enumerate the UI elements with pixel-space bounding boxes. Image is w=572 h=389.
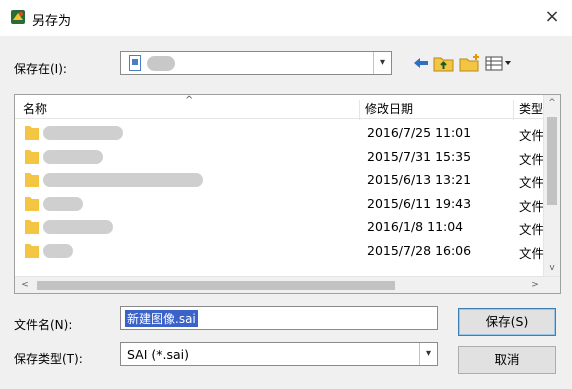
file-type: 文件 — [519, 198, 545, 214]
folder-icon — [25, 219, 39, 235]
scroll-left-icon[interactable]: < — [17, 277, 33, 293]
save-button[interactable]: 保存(S) — [458, 308, 556, 336]
chevron-down-icon[interactable]: ▾ — [373, 52, 391, 74]
document-icon — [129, 55, 141, 71]
list-item[interactable]: 2015/6/11 19:43 文件 — [15, 192, 545, 216]
column-separator[interactable] — [359, 100, 360, 120]
filename-input[interactable]: 新建图像.sai — [120, 306, 438, 330]
file-list[interactable]: 名称 ^ 修改日期 类型 2016/7/25 11:01 文件 2015/7/3… — [14, 94, 561, 294]
filetype-value: SAI (*.sai) — [127, 347, 189, 362]
column-type[interactable]: 类型 — [519, 100, 543, 117]
window-title: 另存为 — [32, 14, 72, 29]
file-rows: 2016/7/25 11:01 文件 2015/7/31 15:35 文件 20… — [15, 121, 545, 262]
folder-icon — [25, 243, 39, 259]
redacted-filename — [43, 243, 73, 258]
scroll-right-icon[interactable]: > — [527, 277, 543, 293]
redacted-filename — [43, 220, 113, 234]
redacted-filename — [43, 149, 103, 164]
sort-ascending-icon: ^ — [185, 95, 194, 106]
filetype-select[interactable]: SAI (*.sai) ▾ — [120, 342, 438, 366]
column-header: 名称 ^ 修改日期 类型 — [15, 95, 545, 120]
scroll-thumb[interactable] — [37, 281, 395, 290]
file-type: 文件 — [519, 222, 545, 237]
vertical-scrollbar[interactable]: ^ v — [543, 95, 560, 278]
title-bar: 另存为 × — [0, 0, 572, 36]
redacted-filename — [43, 173, 203, 187]
column-date[interactable]: 修改日期 — [365, 100, 413, 117]
folder-icon — [25, 149, 39, 165]
redacted-location — [147, 56, 175, 71]
up-folder-icon[interactable] — [433, 52, 455, 74]
cancel-button[interactable]: 取消 — [458, 346, 556, 374]
close-button[interactable]: × — [532, 0, 572, 36]
filename-label: 文件名(N): — [14, 318, 73, 332]
scroll-up-icon[interactable]: ^ — [544, 95, 560, 111]
modified-date: 2016/1/8 11:04 — [367, 219, 464, 234]
filename-selected-text: 新建图像.sai — [125, 310, 198, 327]
redacted-filename — [43, 126, 123, 140]
file-type: 文件 — [519, 175, 545, 190]
modified-date: 2015/7/28 16:06 — [367, 242, 472, 258]
save-in-combo[interactable]: ▾ — [120, 51, 392, 75]
chevron-down-icon[interactable]: ▾ — [419, 343, 437, 365]
back-arrow-icon[interactable] — [412, 52, 430, 74]
modified-date: 2016/7/25 11:01 — [367, 125, 472, 140]
view-menu-icon[interactable] — [485, 52, 513, 74]
modified-date: 2015/6/11 19:43 — [367, 195, 472, 211]
folder-icon — [25, 196, 39, 212]
list-item[interactable]: 2016/7/25 11:01 文件 — [15, 121, 545, 145]
filetype-label: 保存类型(T): — [14, 352, 83, 366]
file-type: 文件 — [519, 151, 545, 167]
redacted-filename — [43, 196, 83, 211]
folder-icon — [25, 172, 39, 188]
scroll-down-icon[interactable]: v — [544, 260, 560, 276]
file-type: 文件 — [519, 245, 545, 261]
list-item[interactable]: 2015/6/13 13:21 文件 — [15, 168, 545, 192]
save-in-label: 保存在(I): — [14, 62, 67, 76]
file-type: 文件 — [519, 128, 545, 143]
list-item[interactable]: 2016/1/8 11:04 文件 — [15, 215, 545, 239]
scroll-thumb[interactable] — [547, 117, 557, 205]
modified-date: 2015/6/13 13:21 — [367, 172, 472, 187]
horizontal-scrollbar[interactable]: < > — [15, 276, 560, 293]
list-item[interactable]: 2015/7/31 15:35 文件 — [15, 145, 545, 169]
new-folder-icon[interactable] — [459, 52, 481, 74]
column-name[interactable]: 名称 — [23, 100, 47, 117]
column-separator[interactable] — [513, 100, 514, 120]
app-icon — [10, 9, 26, 25]
folder-icon — [25, 125, 39, 141]
modified-date: 2015/7/31 15:35 — [367, 148, 472, 164]
list-item[interactable]: 2015/7/28 16:06 文件 — [15, 239, 545, 263]
